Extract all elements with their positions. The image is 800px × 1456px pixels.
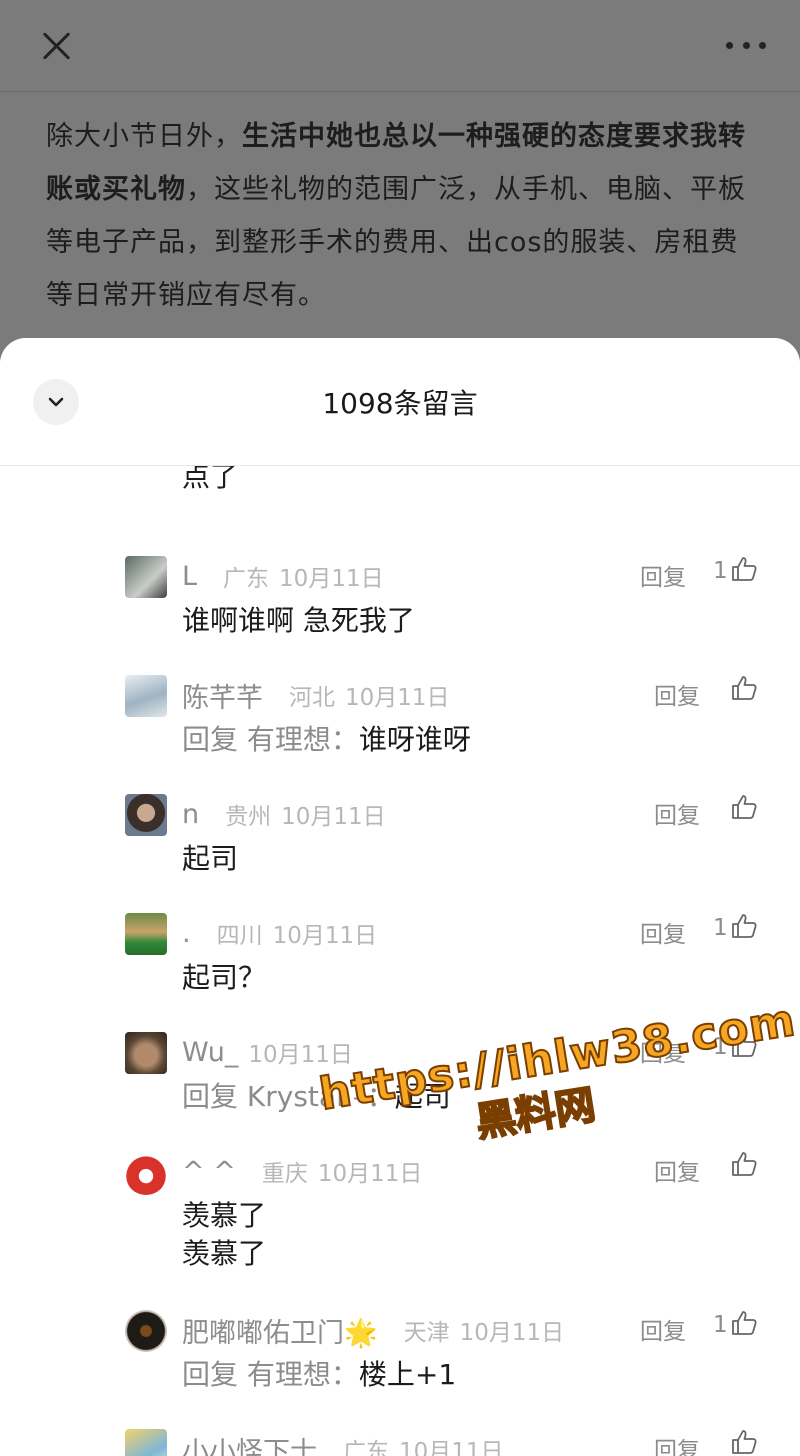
- thumbs-up-icon[interactable]: [730, 1309, 758, 1337]
- avatar[interactable]: [125, 913, 167, 955]
- comment-location: 河北: [289, 685, 335, 711]
- comment-body: 谁啊谁啊 急死我了: [182, 604, 415, 637]
- article-paragraph: 除大小节日外，生活中她也总以一种强硬的态度要求我转账或买礼物，这些礼物的范围广泛…: [46, 110, 762, 322]
- comment-body: 回复 有理想：楼上+1: [182, 1356, 456, 1394]
- comment-date: 10月11日: [248, 1042, 353, 1068]
- comment-date: 10月11日: [281, 804, 386, 830]
- comment-location: 四川: [216, 923, 263, 949]
- comment-text: 楼上+1: [358, 1358, 457, 1391]
- comment-line: 羡慕了: [182, 1199, 267, 1232]
- reply-prefix: 回复 有理想：: [182, 1358, 359, 1391]
- thumbs-up-icon[interactable]: [730, 555, 758, 583]
- comment-text: 谁呀谁呀: [358, 723, 471, 756]
- comment-location: 贵州: [225, 804, 272, 830]
- comment-sheet: 1098条留言 点了 L 广东 10月11日 回复 1 谁啊谁啊 急死我了 陈芊…: [0, 338, 800, 1456]
- comment-author[interactable]: .: [182, 918, 191, 949]
- thumbs-up-icon[interactable]: [730, 1150, 758, 1178]
- comment-line: 羡慕了: [182, 1237, 267, 1270]
- article-text-start: 除大小节日外，: [46, 121, 242, 152]
- comment-meta: . 四川 10月11日: [182, 911, 377, 955]
- reply-button[interactable]: 回复: [640, 1312, 686, 1346]
- reply-button[interactable]: 回复: [654, 1153, 700, 1187]
- sheet-header: 1098条留言: [0, 338, 800, 466]
- comment-author[interactable]: 小小怪下士: [182, 1430, 317, 1456]
- comment-body: 起司: [182, 842, 239, 875]
- more-icon[interactable]: [726, 30, 766, 60]
- avatar[interactable]: [125, 1429, 167, 1456]
- comment-meta: 肥嘟嘟佑卫门🌟 天津 10月11日: [182, 1308, 564, 1352]
- comment-meta: 陈芊芊 河北 10月11日: [182, 673, 450, 717]
- like-count: 1: [713, 1312, 728, 1338]
- divider: [0, 91, 800, 92]
- comment-date: 10月11日: [279, 566, 384, 592]
- reply-button[interactable]: 回复: [654, 677, 700, 711]
- comment-date: 10月11日: [272, 923, 378, 949]
- thumbs-up-icon[interactable]: [730, 674, 758, 702]
- avatar[interactable]: [125, 1310, 167, 1352]
- top-bar: [0, 0, 800, 90]
- reply-button[interactable]: 回复: [640, 915, 686, 949]
- comment-count-title: 1098条留言: [322, 387, 478, 420]
- avatar[interactable]: [125, 675, 167, 717]
- reply-button[interactable]: 回复: [640, 558, 686, 592]
- comment-meta: 小小怪下士 广东 10月11日: [182, 1427, 504, 1456]
- comment-author[interactable]: 肥嘟嘟佑卫门🌟: [182, 1311, 378, 1350]
- comment-body: 回复 有理想：谁呀谁呀: [182, 721, 471, 759]
- reply-button[interactable]: 回复: [654, 1431, 700, 1456]
- comment-date: 10月11日: [459, 1320, 565, 1346]
- comment-author[interactable]: n: [182, 799, 199, 830]
- comment-meta: L 广东 10月11日: [182, 554, 384, 598]
- comment-location: 天津: [403, 1320, 450, 1346]
- close-icon[interactable]: [34, 24, 78, 68]
- avatar[interactable]: [125, 556, 167, 598]
- comment-meta: n 贵州 10月11日: [182, 792, 386, 836]
- avatar[interactable]: [125, 1153, 167, 1195]
- like-count: 1: [713, 558, 728, 584]
- comment-date: 10月11日: [399, 1439, 504, 1456]
- comment-location: 重庆: [261, 1161, 308, 1187]
- comment-author[interactable]: ^ ^: [182, 1156, 236, 1187]
- avatar[interactable]: [125, 1032, 167, 1074]
- comment-author[interactable]: L: [182, 561, 197, 592]
- avatar[interactable]: [125, 794, 167, 836]
- thumbs-up-icon[interactable]: [730, 1428, 758, 1456]
- comment-location: 广东: [223, 566, 270, 592]
- reply-button[interactable]: 回复: [654, 796, 700, 830]
- comment-author[interactable]: 陈芊芊: [182, 676, 263, 715]
- comment-body: 羡慕了 羡慕了: [182, 1197, 266, 1273]
- comment-author[interactable]: Wu_: [182, 1037, 238, 1068]
- thumbs-up-icon[interactable]: [730, 912, 758, 940]
- comment-body: 起司？: [182, 961, 267, 994]
- thumbs-up-icon[interactable]: [730, 793, 758, 821]
- comment-location: 广东: [343, 1439, 389, 1456]
- comment-date: 10月11日: [345, 685, 450, 711]
- like-count: 1: [713, 915, 728, 941]
- reply-prefix: 回复 有理想：: [182, 723, 359, 756]
